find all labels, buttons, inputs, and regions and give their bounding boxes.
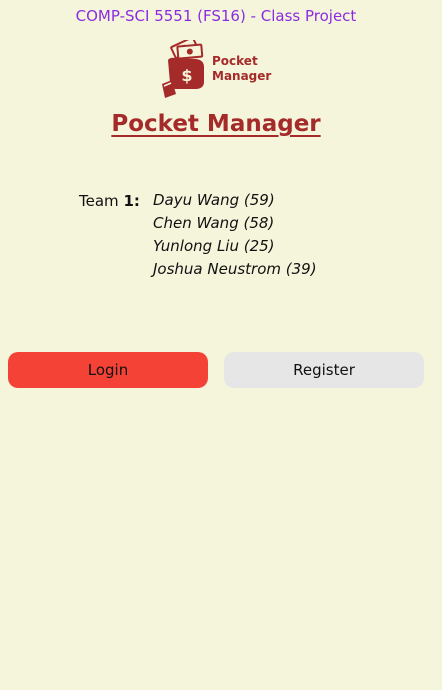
team-member: Dayu Wang (59) — [153, 191, 275, 209]
logo-line-2: Manager — [212, 69, 272, 83]
team-member: Chen Wang (58) — [153, 214, 275, 232]
team-label: Team 1: — [79, 192, 140, 210]
app-screen: COMP-SCI 5551 (FS16) - Class Project $ P… — [0, 0, 442, 690]
logo-text: Pocket Manager — [212, 54, 271, 84]
svg-text:$: $ — [181, 66, 192, 85]
page-title: Pocket Manager — [111, 111, 321, 137]
team-number: 1: — [123, 192, 140, 210]
money-hand-icon: $ — [162, 40, 204, 98]
register-button[interactable]: Register — [224, 352, 424, 388]
course-title: COMP-SCI 5551 (FS16) - Class Project — [75, 7, 357, 25]
team-member: Joshua Neustrom (39) — [153, 260, 317, 278]
team-members: Dayu Wang (59) Chen Wang (58) Yunlong Li… — [153, 191, 317, 281]
team-member: Yunlong Liu (25) — [153, 237, 275, 255]
logo: $ Pocket Manager — [160, 40, 275, 98]
login-button[interactable]: Login — [8, 352, 208, 388]
logo-line-1: Pocket — [212, 54, 258, 68]
team-label-text: Team — [79, 192, 119, 210]
